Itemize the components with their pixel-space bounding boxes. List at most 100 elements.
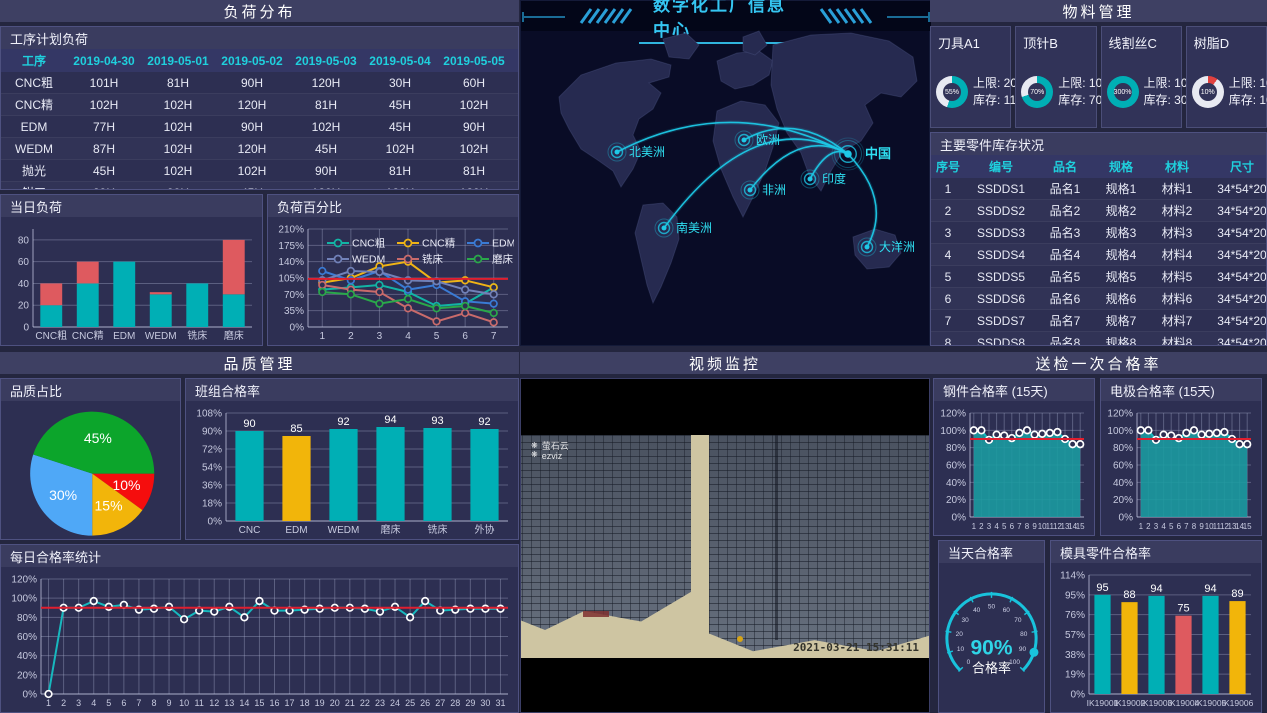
svg-text:92: 92 <box>337 416 349 428</box>
team-pass-rate-header: 班组合格率 <box>186 379 518 401</box>
table-row: 6SSDDS6品名6规格6材料634*54*20 <box>931 288 1266 310</box>
svg-text:1: 1 <box>46 698 51 708</box>
table-row: 抛光45H102H102H90H81H81H <box>1 160 518 182</box>
table-cell: 101H <box>67 72 141 94</box>
material-card: 树脂D10%上限: 100库存: 10 <box>1186 26 1267 128</box>
video-timestamp: 2021-03-21 15:31:11 <box>793 641 919 654</box>
svg-text:CNC精: CNC精 <box>72 329 104 342</box>
table-cell: 81H <box>141 72 215 94</box>
svg-text:12: 12 <box>209 698 219 708</box>
table-cell: 7 <box>931 310 965 332</box>
svg-text:120%: 120% <box>11 575 37 586</box>
svg-text:8: 8 <box>1025 522 1030 531</box>
quality-ratio-pie-chart: 10%15%30%45% <box>5 405 176 537</box>
daily-pass-rate-header: 每日合格率统计 <box>1 545 518 567</box>
svg-text:3: 3 <box>377 331 383 342</box>
svg-text:30: 30 <box>480 698 490 708</box>
svg-text:20: 20 <box>956 631 964 638</box>
svg-text:15: 15 <box>254 698 264 708</box>
steel-pass-rate-header: 钢件合格率 (15天) <box>934 379 1094 401</box>
svg-text:23: 23 <box>375 698 385 708</box>
svg-text:45%: 45% <box>84 430 112 446</box>
today-pass-rate-panel: 当天合格率 010203040506070809010090%合格率 <box>938 540 1045 713</box>
section-title-material-text: 物料管理 <box>1062 1 1134 22</box>
table-cell: 材料4 <box>1149 244 1205 266</box>
stock-percent: 10% <box>1201 89 1215 96</box>
world-map: 中国北美洲欧洲印度非洲南美洲大洋洲 <box>521 1 929 345</box>
daily-pass-rate-title: 每日合格率统计 <box>10 547 101 566</box>
svg-text:6: 6 <box>462 331 468 342</box>
svg-text:60: 60 <box>1003 607 1011 614</box>
stock-donut-chart: 70% <box>1021 76 1053 108</box>
svg-text:铣床: 铣床 <box>422 253 443 266</box>
svg-text:3: 3 <box>1154 522 1159 531</box>
table-cell: 材料3 <box>1149 222 1205 244</box>
svg-text:WEDM: WEDM <box>145 331 177 342</box>
table-cell: 102H <box>141 116 215 138</box>
parts-inventory-panel: 主要零件库存状况 序号编号品名规格材料尺寸目1SSDDS1品名1规格1材料134… <box>930 132 1267 346</box>
svg-text:非洲: 非洲 <box>762 183 786 197</box>
section-title-video: 视频监控 <box>520 352 930 374</box>
electrode-pass-rate-header: 电极合格率 (15天) <box>1101 379 1261 401</box>
today-pass-rate-gauge: 010203040506070809010090%合格率 <box>943 567 1040 710</box>
table-cell: 4 <box>931 244 965 266</box>
svg-text:中国: 中国 <box>865 146 891 161</box>
table-cell: CNC精 <box>1 94 67 116</box>
parts-inventory-table[interactable]: 序号编号品名规格材料尺寸目1SSDDS1品名1规格1材料134*54*202SS… <box>931 155 1266 345</box>
table-cell: 材料5 <box>1149 266 1205 288</box>
svg-text:80: 80 <box>1020 631 1028 638</box>
svg-text:22: 22 <box>360 698 370 708</box>
video-surveillance-feed: ❋❋ 萤石云 ezviz 2021-03-21 15:31:11 <box>520 378 930 713</box>
table-cell: 89H <box>67 182 141 190</box>
svg-text:外协: 外协 <box>475 523 495 536</box>
table-cell: 品名2 <box>1037 200 1093 222</box>
table-cell: 2 <box>931 200 965 222</box>
table-cell: 钳工 <box>1 182 67 190</box>
today-load-header: 当日负荷 <box>1 195 262 217</box>
process-plan-load-table[interactable]: 工序2019-04-302019-05-012019-05-022019-05-… <box>1 49 518 189</box>
svg-text:105%: 105% <box>278 274 304 285</box>
parts-inventory-header: 主要零件库存状况 <box>931 133 1266 155</box>
svg-text:72%: 72% <box>202 445 222 456</box>
svg-text:4: 4 <box>1161 522 1166 531</box>
table-cell: 120H <box>437 182 511 190</box>
section-title-load-text: 负荷分布 <box>223 1 295 22</box>
svg-text:铣床: 铣床 <box>187 329 207 342</box>
svg-text:36%: 36% <box>202 481 222 492</box>
svg-text:9: 9 <box>1032 522 1037 531</box>
table-cell: 6 <box>931 288 965 310</box>
column-header: 序号 <box>931 155 965 178</box>
table-cell: 81H <box>437 160 511 182</box>
table-cell: 34*54*20 <box>1205 222 1266 244</box>
svg-text:94: 94 <box>1204 583 1216 595</box>
svg-text:60%: 60% <box>946 461 966 472</box>
svg-text:18%: 18% <box>202 499 222 510</box>
svg-text:19: 19 <box>315 698 325 708</box>
svg-text:CNC粗: CNC粗 <box>35 330 67 342</box>
data-table: 序号编号品名规格材料尺寸目1SSDDS1品名1规格1材料134*54*202SS… <box>931 155 1266 345</box>
svg-text:6: 6 <box>1010 522 1015 531</box>
table-cell: 34*54*20 <box>1205 266 1266 288</box>
steel-pass-rate-title: 钢件合格率 (15天) <box>943 381 1048 400</box>
svg-text:大洋洲: 大洋洲 <box>879 239 915 254</box>
column-header: 2019-05-04 <box>363 49 437 72</box>
svg-text:20: 20 <box>18 301 30 312</box>
load-percent-chart: 0%35%70%105%140%175%210%1234567CNC粗CNC精E… <box>272 221 514 343</box>
table-row: 2SSDDS2品名2规格2材料234*54*20 <box>931 200 1266 222</box>
table-cell: 120H <box>289 182 363 190</box>
svg-text:28: 28 <box>450 698 460 708</box>
material-name: 线割丝C <box>1102 27 1181 52</box>
svg-text:24: 24 <box>390 698 400 708</box>
svg-text:0: 0 <box>23 323 29 334</box>
svg-text:1: 1 <box>320 331 326 342</box>
material-card: 刀具A155%上限: 200库存: 110 <box>930 26 1011 128</box>
svg-text:10: 10 <box>957 646 965 653</box>
column-header: 201 <box>511 49 518 72</box>
column-header: 品名 <box>1037 155 1093 178</box>
svg-text:95%: 95% <box>1065 590 1085 601</box>
quality-ratio-panel: 品质占比 10%15%30%45% <box>0 378 181 540</box>
svg-text:铣床: 铣床 <box>428 523 448 536</box>
svg-text:19%: 19% <box>1065 670 1085 681</box>
column-header: 2019-05-02 <box>215 49 289 72</box>
svg-text:50: 50 <box>988 603 996 610</box>
